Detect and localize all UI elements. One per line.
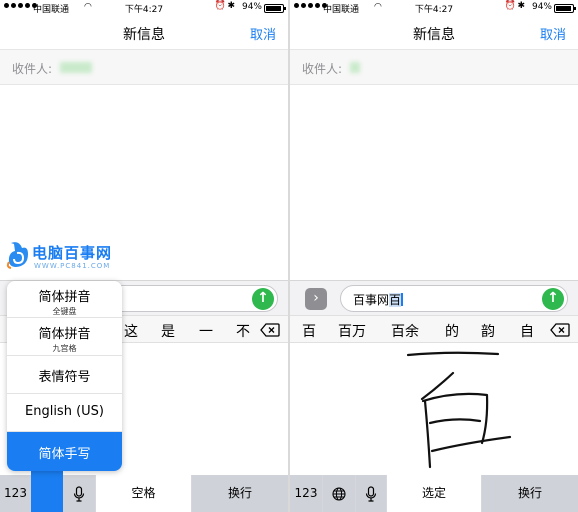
page-title: 新信息	[123, 27, 165, 43]
delete-icon[interactable]	[260, 323, 280, 337]
battery-icon	[554, 4, 576, 13]
input-method-menu: 简体拼音 全键盘 简体拼音 九宫格 表情符号 English (US) 简体手写	[7, 281, 122, 471]
candidate-bar: 百 百万 百余 的 韵 自	[290, 315, 578, 343]
globe-icon	[332, 486, 346, 501]
globe-key[interactable]	[323, 475, 355, 512]
mic-key[interactable]	[356, 475, 386, 512]
return-key[interactable]: 换行	[482, 475, 578, 512]
recipient-field[interactable]: 收件人:	[290, 49, 578, 85]
numbers-key[interactable]: 123	[0, 475, 31, 512]
candidate-item[interactable]: 百万	[338, 321, 366, 341]
recipient-blurred-value	[60, 62, 92, 73]
cancel-button[interactable]: 取消	[250, 24, 276, 43]
handwriting-canvas[interactable]	[290, 343, 578, 475]
input-bar: › 百事网百 ↑	[290, 280, 578, 315]
status-bar: 中国联通 ◠ 下午4:27 ⏰ ✱ 94%	[290, 0, 578, 16]
select-key[interactable]: 选定	[387, 475, 481, 512]
send-button[interactable]: ↑	[252, 288, 274, 310]
candidate-item[interactable]: 是	[161, 321, 175, 341]
recipient-label: 收件人:	[12, 62, 53, 76]
numbers-key[interactable]: 123	[290, 475, 322, 512]
watermark-logo-icon	[6, 242, 28, 269]
menu-item-english[interactable]: English (US)	[7, 394, 122, 432]
message-input[interactable]: 百事网百 ↑	[340, 285, 568, 312]
cancel-button[interactable]: 取消	[540, 24, 566, 43]
candidate-item[interactable]: 的	[445, 321, 459, 341]
candidate-item[interactable]: 一	[199, 321, 213, 341]
candidate-item[interactable]: 自	[520, 321, 534, 341]
text-caret	[401, 293, 404, 306]
candidate-item[interactable]: 百余	[391, 321, 419, 341]
menu-item-pinyin-full[interactable]: 简体拼音 全键盘	[7, 281, 122, 318]
nav-bar: 新信息 取消	[0, 16, 288, 48]
left-screen: 中国联通 ◠ 下午4:27 ⏰ ✱ 94% 新信息 取消 收件人: ↑ 这 是 …	[0, 0, 288, 512]
globe-key-pressed[interactable]	[31, 470, 63, 512]
expand-arrow-button[interactable]: ›	[305, 288, 327, 310]
space-key[interactable]: 空格	[96, 475, 191, 512]
chevron-right-icon: ›	[313, 290, 319, 306]
recipient-blurred-value	[350, 62, 360, 73]
recipient-field[interactable]: 收件人:	[0, 49, 288, 85]
menu-item-handwriting[interactable]: 简体手写	[7, 432, 122, 471]
microphone-icon	[365, 485, 377, 502]
message-text: 百事网	[353, 293, 390, 307]
message-marked-text: 百	[389, 293, 402, 307]
right-screen: 中国联通 ◠ 下午4:27 ⏰ ✱ 94% 新信息 取消 收件人: › 百事网百…	[290, 0, 578, 512]
page-title: 新信息	[413, 27, 455, 43]
alarm-icon: ⏰	[504, 1, 516, 11]
candidate-item[interactable]: 韵	[481, 321, 495, 341]
watermark-url: WWW.PC841.COM	[34, 262, 111, 270]
recipient-label: 收件人:	[302, 62, 343, 76]
menu-item-emoji[interactable]: 表情符号	[7, 356, 122, 394]
mic-key[interactable]	[63, 475, 95, 512]
handwriting-stroke	[406, 351, 512, 469]
microphone-icon	[73, 485, 85, 502]
watermark-name: 电脑百事网	[32, 244, 113, 262]
alarm-icon: ⏰	[214, 1, 226, 11]
candidate-item[interactable]: 百	[302, 321, 316, 341]
bluetooth-icon: ✱	[227, 1, 235, 11]
battery-percent: 94%	[241, 2, 262, 12]
watermark: 电脑百事网 WWW.PC841.COM	[6, 238, 141, 278]
battery-icon	[264, 4, 286, 13]
nav-bar: 新信息 取消	[290, 16, 578, 48]
delete-icon[interactable]	[550, 323, 570, 337]
send-button[interactable]: ↑	[542, 288, 564, 310]
candidate-item[interactable]: 不	[236, 321, 250, 341]
battery-percent: 94%	[531, 2, 552, 12]
status-bar: 中国联通 ◠ 下午4:27 ⏰ ✱ 94%	[0, 0, 288, 16]
candidate-item[interactable]: 这	[124, 321, 138, 341]
menu-item-pinyin-9key[interactable]: 简体拼音 九宫格	[7, 318, 122, 356]
keyboard-bottom-row: 123 选定 换行	[290, 475, 578, 512]
return-key[interactable]: 换行	[192, 475, 288, 512]
bluetooth-icon: ✱	[517, 1, 525, 11]
